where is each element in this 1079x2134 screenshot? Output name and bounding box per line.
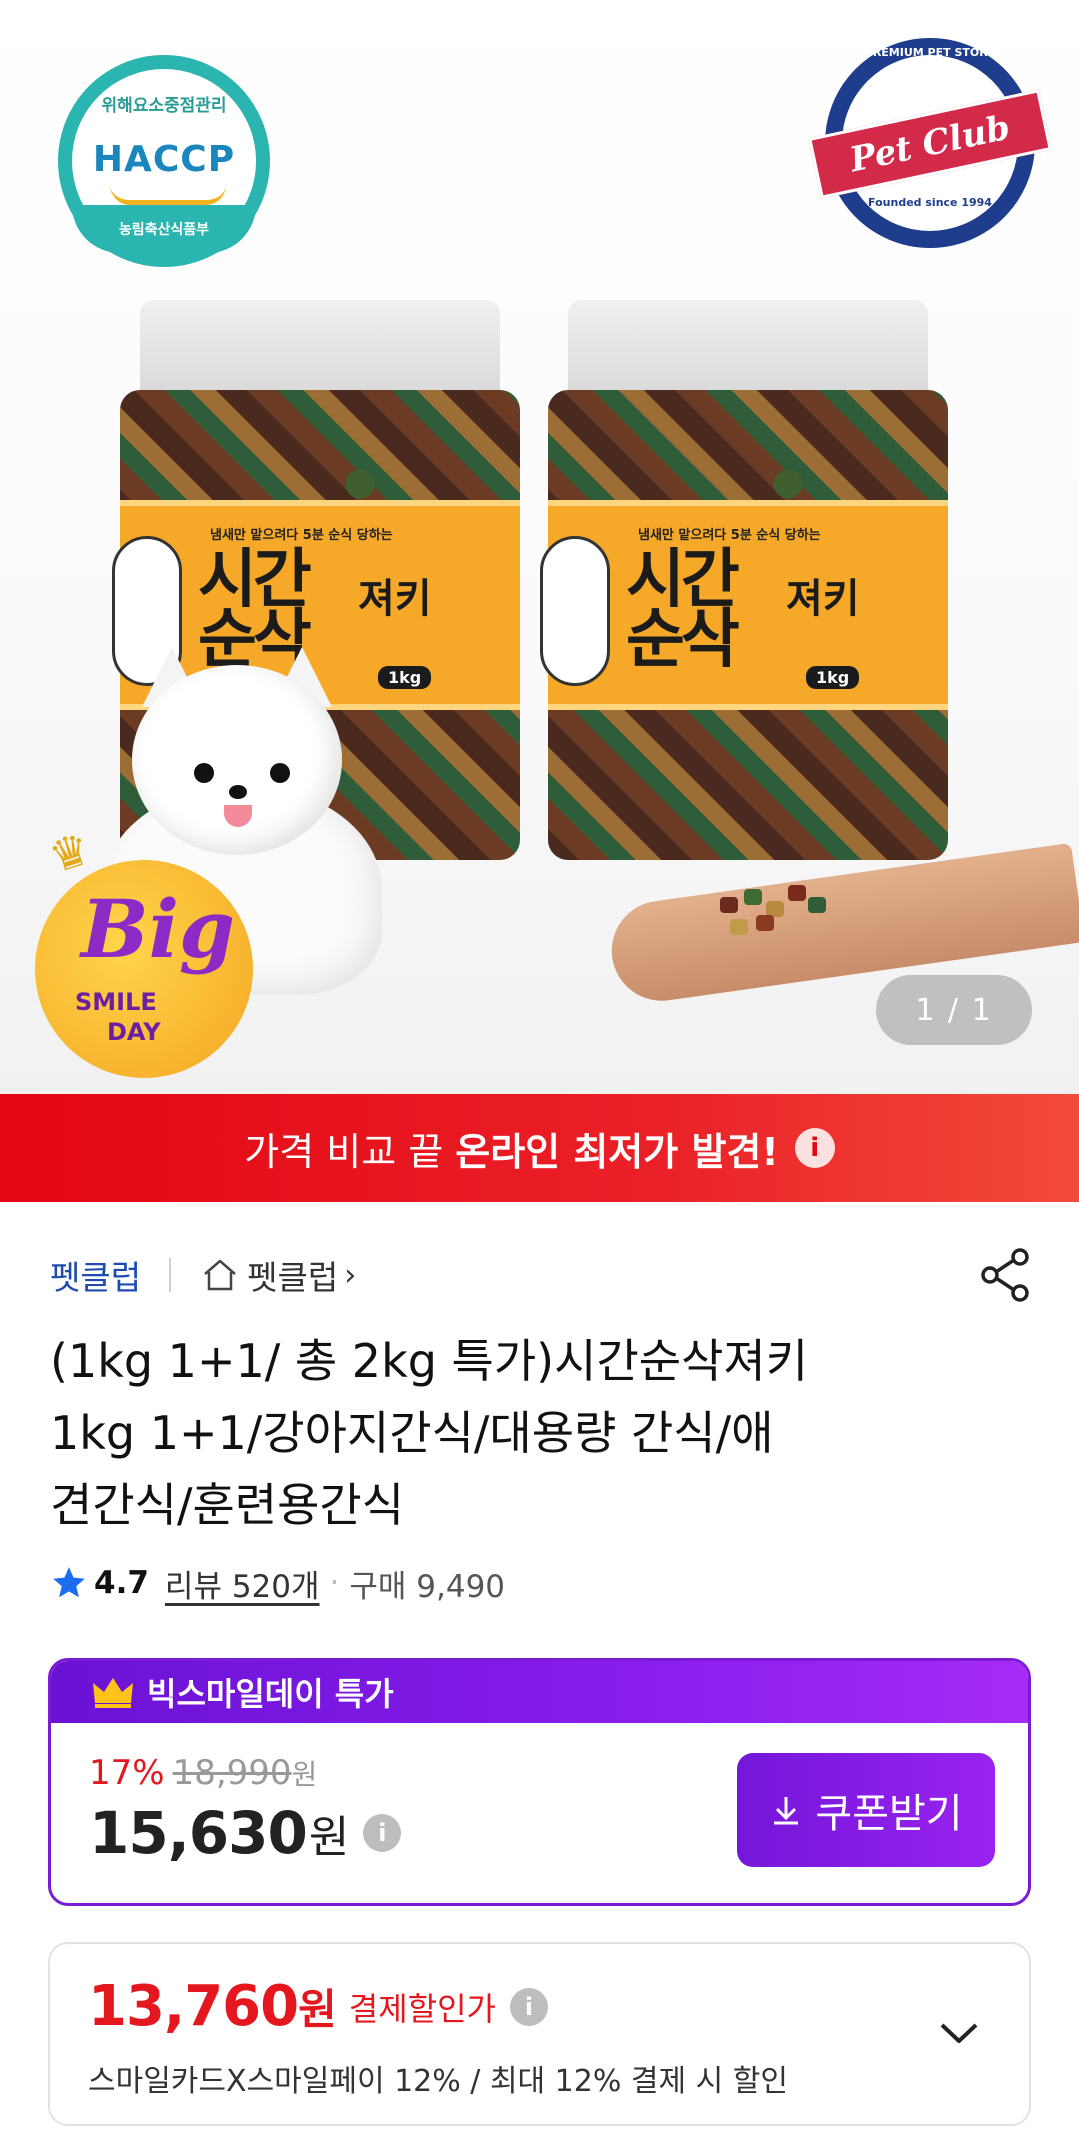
payment-description: 스마일카드X스마일페이 12% / 최대 12% 결제 시 할인 [88,2064,788,2099]
payment-price-row: 13,760 원 결제할인가 i [88,1974,548,2039]
deal-header-label: 빅스마일데이 특가 [147,1675,394,1713]
share-icon[interactable] [978,1245,1034,1305]
product-jar-right: 냄새만 맡으려다 5분 순식 당하는 시간 순삭 져키 1kg [540,300,948,860]
store-name: 펫클럽 [247,1258,339,1297]
haccp-top-text: 위해요소중점관리 [101,96,227,116]
product-title: (1kg 1+1/ 총 2kg 특가)시간순삭져키 1kg 1+1/강아지간식/… [50,1334,809,1532]
big-smile-day-badge: ♛ Big SMILE DAY [35,823,253,1078]
info-icon[interactable]: i [794,1128,835,1168]
discount-percent: 17% [89,1753,165,1793]
download-icon [774,1797,799,1825]
image-page-counter: 1 / 1 [876,975,1032,1045]
sale-price-unit: 원 [308,1812,350,1863]
deal-header: 빅스마일데이 특가 [51,1661,1028,1723]
payment-discount-box[interactable]: 13,760 원 결제할인가 i 스마일카드X스마일페이 12% / 최대 12… [48,1942,1031,2126]
info-icon[interactable]: i [363,1814,402,1852]
banner-light-text: 가격 비교 끝 [244,1129,444,1174]
coupon-button-label: 쿠폰받기 [815,1792,963,1836]
discount-row: 17% 18,990 원 [89,1753,317,1793]
chevron-down-icon[interactable] [934,2008,984,2058]
star-icon [53,1567,85,1598]
lowest-price-banner[interactable]: 가격 비교 끝 온라인 최저가 발견! i [0,1094,1079,1202]
rating-value: 4.7 [94,1565,149,1601]
separator-dot: · [329,1565,340,1601]
sale-price: 15,630 [89,1799,308,1867]
petclub-name: Pet Club [846,107,1014,181]
petclub-logo: PREMIUM PET STORE Pet Club Founded since… [808,38,1052,248]
store-link[interactable]: 펫클럽 › [199,1251,356,1299]
review-count-link[interactable]: 리뷰 520개 [165,1561,320,1606]
seller-name-link[interactable]: 펫클럽 [50,1251,141,1299]
payment-price-unit: 원 [298,1985,337,2034]
original-price-unit: 원 [291,1758,318,1791]
haccp-bottom-text: 농림축산식품부 [118,222,210,238]
banner-bold-text: 온라인 최저가 발견! [455,1129,779,1174]
rating-row: 4.7 리뷰 520개 · 구매 9,490 [50,1558,505,1608]
chevron-right-icon: › [344,1257,357,1293]
haccp-main-text: HACCP [92,139,236,180]
home-icon [204,1259,236,1291]
crown-icon [93,1678,133,1708]
original-price: 18,990 [172,1753,292,1793]
seller-row: 펫클럽 펫클럽 › [50,1245,356,1305]
coupon-download-button[interactable]: 쿠폰받기 [737,1753,995,1867]
petclub-founded-text: Founded since 1994 [868,196,992,209]
purchase-count: 구매 9,490 [349,1568,506,1605]
haccp-logo: 위해요소중점관리 HACCP 농림축산식품부 [58,55,270,267]
hand-with-treats-image [605,835,1079,1008]
sale-price-row: 15,630 원 i [89,1799,402,1867]
payment-price: 13,760 [88,1974,299,2039]
crown-icon: ♛ [43,823,97,884]
payment-price-label: 결제할인가 [348,1989,496,2028]
product-image[interactable]: 위해요소중점관리 HACCP 농림축산식품부 PREMIUM PET STORE… [0,0,1079,1094]
big-smile-deal-box: 빅스마일데이 특가 17% 18,990 원 15,630 원 i 쿠폰받기 [48,1658,1031,1906]
info-icon[interactable]: i [509,1987,548,2026]
jar-label: 냄새만 맡으려다 5분 순식 당하는 시간 순삭 져키 1kg [540,500,948,710]
divider [169,1258,172,1292]
